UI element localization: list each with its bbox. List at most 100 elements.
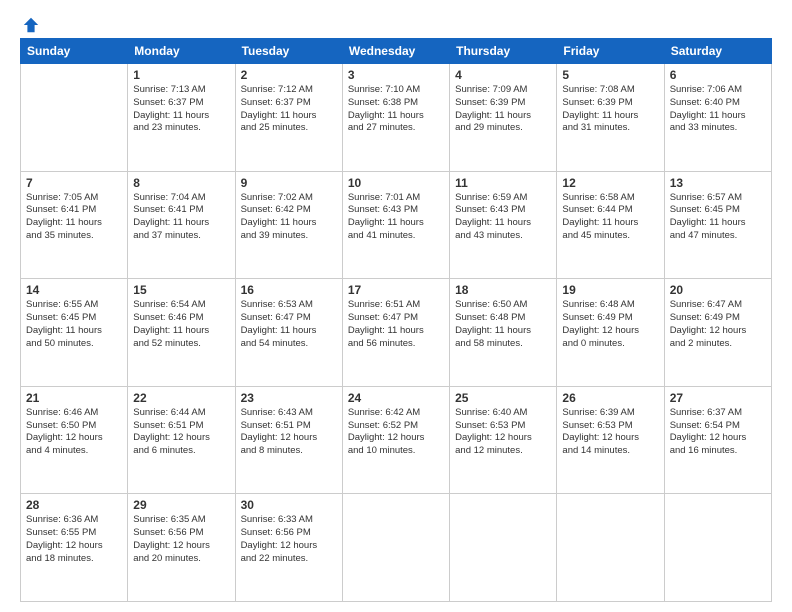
cell-info: Sunrise: 7:08 AMSunset: 6:39 PMDaylight:…: [562, 84, 658, 135]
calendar-cell: 11 Sunrise: 6:59 AMSunset: 6:43 PMDayligh…: [450, 171, 557, 279]
calendar-table: SundayMondayTuesdayWednesdayThursdayFrid…: [20, 38, 772, 602]
calendar-cell: [664, 494, 771, 602]
day-number: 26: [562, 391, 658, 405]
day-number: 2: [241, 68, 337, 82]
day-number: 4: [455, 68, 551, 82]
day-number: 29: [133, 498, 229, 512]
header: [20, 16, 772, 30]
day-number: 20: [670, 283, 766, 297]
day-number: 23: [241, 391, 337, 405]
weekday-header-sunday: Sunday: [21, 39, 128, 64]
cell-info: Sunrise: 7:13 AMSunset: 6:37 PMDaylight:…: [133, 84, 229, 135]
day-number: 9: [241, 176, 337, 190]
day-number: 12: [562, 176, 658, 190]
calendar-cell: 25 Sunrise: 6:40 AMSunset: 6:53 PMDayligh…: [450, 386, 557, 494]
week-row-2: 14 Sunrise: 6:55 AMSunset: 6:45 PMDayligh…: [21, 279, 772, 387]
calendar-cell: 26 Sunrise: 6:39 AMSunset: 6:53 PMDayligh…: [557, 386, 664, 494]
calendar-cell: 13 Sunrise: 6:57 AMSunset: 6:45 PMDayligh…: [664, 171, 771, 279]
weekday-header-row: SundayMondayTuesdayWednesdayThursdayFrid…: [21, 39, 772, 64]
day-number: 21: [26, 391, 122, 405]
calendar-cell: 19 Sunrise: 6:48 AMSunset: 6:49 PMDayligh…: [557, 279, 664, 387]
calendar-cell: 2 Sunrise: 7:12 AMSunset: 6:37 PMDaylight…: [235, 64, 342, 172]
cell-info: Sunrise: 6:33 AMSunset: 6:56 PMDaylight:…: [241, 514, 337, 565]
day-number: 5: [562, 68, 658, 82]
cell-info: Sunrise: 6:55 AMSunset: 6:45 PMDaylight:…: [26, 299, 122, 350]
cell-info: Sunrise: 6:54 AMSunset: 6:46 PMDaylight:…: [133, 299, 229, 350]
cell-info: Sunrise: 6:44 AMSunset: 6:51 PMDaylight:…: [133, 407, 229, 458]
cell-info: Sunrise: 6:57 AMSunset: 6:45 PMDaylight:…: [670, 192, 766, 243]
weekday-header-tuesday: Tuesday: [235, 39, 342, 64]
cell-info: Sunrise: 6:39 AMSunset: 6:53 PMDaylight:…: [562, 407, 658, 458]
page: SundayMondayTuesdayWednesdayThursdayFrid…: [0, 0, 792, 612]
cell-info: Sunrise: 6:48 AMSunset: 6:49 PMDaylight:…: [562, 299, 658, 350]
day-number: 30: [241, 498, 337, 512]
cell-info: Sunrise: 6:42 AMSunset: 6:52 PMDaylight:…: [348, 407, 444, 458]
day-number: 14: [26, 283, 122, 297]
calendar-cell: 6Sunrise: 7:06 AMSunset: 6:40 PMDaylight…: [664, 64, 771, 172]
day-number: 13: [670, 176, 766, 190]
calendar-cell: 17 Sunrise: 6:51 AMSunset: 6:47 PMDayligh…: [342, 279, 449, 387]
cell-info: Sunrise: 7:05 AMSunset: 6:41 PMDaylight:…: [26, 192, 122, 243]
calendar-cell: 14 Sunrise: 6:55 AMSunset: 6:45 PMDayligh…: [21, 279, 128, 387]
calendar-cell: [450, 494, 557, 602]
day-number: 11: [455, 176, 551, 190]
calendar-cell: 24 Sunrise: 6:42 AMSunset: 6:52 PMDayligh…: [342, 386, 449, 494]
calendar-cell: 28 Sunrise: 6:36 AMSunset: 6:55 PMDayligh…: [21, 494, 128, 602]
calendar-cell: 30 Sunrise: 6:33 AMSunset: 6:56 PMDayligh…: [235, 494, 342, 602]
cell-info: Sunrise: 6:36 AMSunset: 6:55 PMDaylight:…: [26, 514, 122, 565]
day-number: 24: [348, 391, 444, 405]
cell-info: Sunrise: 6:50 AMSunset: 6:48 PMDaylight:…: [455, 299, 551, 350]
cell-info: Sunrise: 6:51 AMSunset: 6:47 PMDaylight:…: [348, 299, 444, 350]
day-number: 17: [348, 283, 444, 297]
cell-info: Sunrise: 6:40 AMSunset: 6:53 PMDaylight:…: [455, 407, 551, 458]
cell-info: Sunrise: 6:47 AMSunset: 6:49 PMDaylight:…: [670, 299, 766, 350]
cell-info: Sunrise: 7:12 AMSunset: 6:37 PMDaylight:…: [241, 84, 337, 135]
weekday-header-saturday: Saturday: [664, 39, 771, 64]
day-number: 22: [133, 391, 229, 405]
calendar-cell: 21 Sunrise: 6:46 AMSunset: 6:50 PMDayligh…: [21, 386, 128, 494]
day-number: 28: [26, 498, 122, 512]
cell-info: Sunrise: 7:01 AMSunset: 6:43 PMDaylight:…: [348, 192, 444, 243]
logo: [20, 16, 40, 30]
calendar-cell: [21, 64, 128, 172]
calendar-cell: 8 Sunrise: 7:04 AMSunset: 6:41 PMDaylight…: [128, 171, 235, 279]
weekday-header-thursday: Thursday: [450, 39, 557, 64]
weekday-header-friday: Friday: [557, 39, 664, 64]
week-row-3: 21 Sunrise: 6:46 AMSunset: 6:50 PMDayligh…: [21, 386, 772, 494]
day-number: 1: [133, 68, 229, 82]
day-number: 8: [133, 176, 229, 190]
cell-info: Sunrise: 7:06 AMSunset: 6:40 PMDaylight:…: [670, 84, 766, 135]
calendar-cell: 4 Sunrise: 7:09 AMSunset: 6:39 PMDaylight…: [450, 64, 557, 172]
calendar-cell: 22 Sunrise: 6:44 AMSunset: 6:51 PMDayligh…: [128, 386, 235, 494]
cell-info: Sunrise: 6:37 AMSunset: 6:54 PMDaylight:…: [670, 407, 766, 458]
day-number: 3: [348, 68, 444, 82]
day-number: 25: [455, 391, 551, 405]
cell-info: Sunrise: 7:09 AMSunset: 6:39 PMDaylight:…: [455, 84, 551, 135]
cell-info: Sunrise: 6:43 AMSunset: 6:51 PMDaylight:…: [241, 407, 337, 458]
cell-info: Sunrise: 6:35 AMSunset: 6:56 PMDaylight:…: [133, 514, 229, 565]
calendar-cell: 3 Sunrise: 7:10 AMSunset: 6:38 PMDaylight…: [342, 64, 449, 172]
cell-info: Sunrise: 7:02 AMSunset: 6:42 PMDaylight:…: [241, 192, 337, 243]
day-number: 16: [241, 283, 337, 297]
calendar-cell: 15Sunrise: 6:54 AMSunset: 6:46 PMDayligh…: [128, 279, 235, 387]
day-number: 18: [455, 283, 551, 297]
weekday-header-wednesday: Wednesday: [342, 39, 449, 64]
calendar-cell: [342, 494, 449, 602]
day-number: 7: [26, 176, 122, 190]
week-row-4: 28 Sunrise: 6:36 AMSunset: 6:55 PMDayligh…: [21, 494, 772, 602]
calendar-cell: 18 Sunrise: 6:50 AMSunset: 6:48 PMDayligh…: [450, 279, 557, 387]
weekday-header-monday: Monday: [128, 39, 235, 64]
day-number: 19: [562, 283, 658, 297]
cell-info: Sunrise: 7:04 AMSunset: 6:41 PMDaylight:…: [133, 192, 229, 243]
cell-info: Sunrise: 6:59 AMSunset: 6:43 PMDaylight:…: [455, 192, 551, 243]
calendar-cell: 29 Sunrise: 6:35 AMSunset: 6:56 PMDayligh…: [128, 494, 235, 602]
cell-info: Sunrise: 6:46 AMSunset: 6:50 PMDaylight:…: [26, 407, 122, 458]
calendar-cell: 5 Sunrise: 7:08 AMSunset: 6:39 PMDaylight…: [557, 64, 664, 172]
logo-icon: [22, 16, 40, 34]
calendar-cell: 12Sunrise: 6:58 AMSunset: 6:44 PMDayligh…: [557, 171, 664, 279]
cell-info: Sunrise: 6:53 AMSunset: 6:47 PMDaylight:…: [241, 299, 337, 350]
cell-info: Sunrise: 7:10 AMSunset: 6:38 PMDaylight:…: [348, 84, 444, 135]
calendar-cell: 16 Sunrise: 6:53 AMSunset: 6:47 PMDayligh…: [235, 279, 342, 387]
week-row-1: 7 Sunrise: 7:05 AMSunset: 6:41 PMDaylight…: [21, 171, 772, 279]
calendar-cell: 7 Sunrise: 7:05 AMSunset: 6:41 PMDaylight…: [21, 171, 128, 279]
